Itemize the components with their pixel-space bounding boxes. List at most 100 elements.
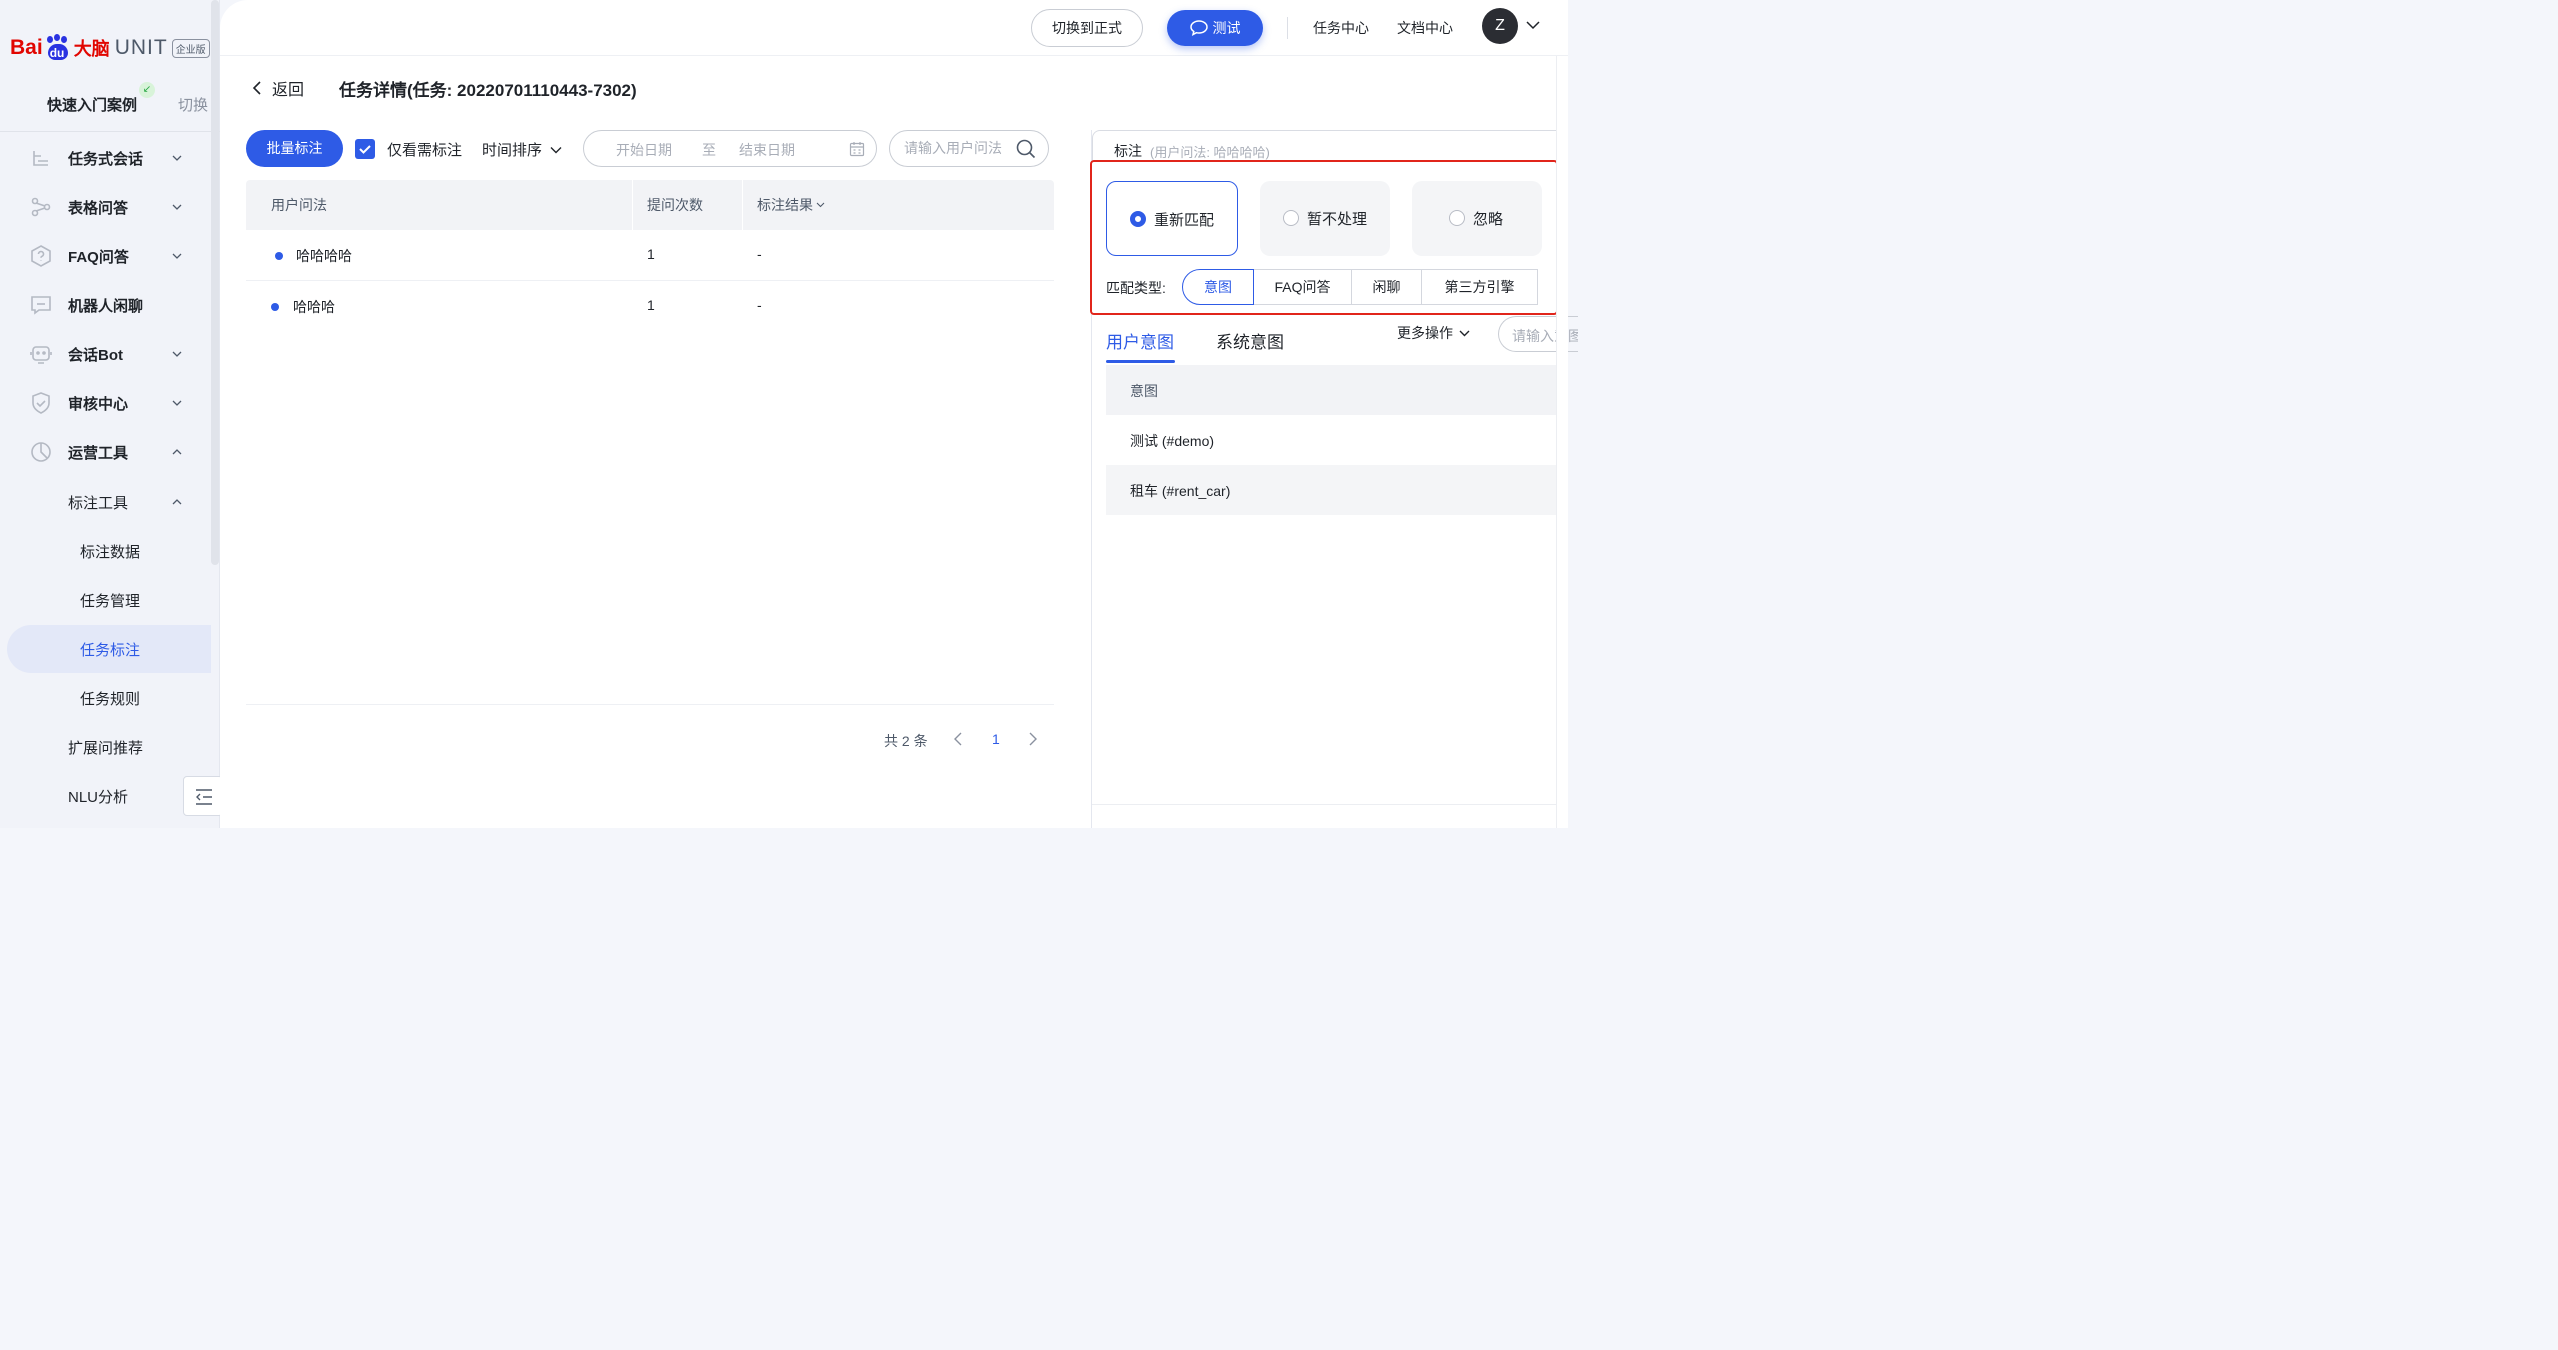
sidebar-item-task-dialog[interactable]: 任务式会话 — [0, 135, 212, 181]
active-tab-indicator — [1106, 360, 1175, 363]
back-button[interactable]: 返回 — [252, 76, 304, 100]
sidebar-item-expand-recommend[interactable]: 扩展问推荐 — [0, 724, 212, 770]
intent-name: 测试 (#demo) — [1130, 433, 1215, 449]
chevron-up-icon — [172, 449, 182, 455]
logo-danao-text: 大脑 — [73, 39, 110, 59]
intent-row[interactable]: 租车 (#rent_car) — [1106, 465, 1556, 515]
more-operations-label: 更多操作 — [1397, 325, 1453, 341]
end-date-input[interactable]: 结束日期 — [739, 140, 795, 160]
status-dot — [271, 303, 279, 311]
sidebar-item-task-management[interactable]: 任务管理 — [0, 577, 212, 623]
chevron-down-icon[interactable] — [1526, 20, 1540, 30]
sidebar-item-review[interactable]: 审核中心 — [0, 380, 212, 426]
chevron-right-icon[interactable] — [1029, 732, 1037, 746]
shield-icon — [32, 392, 50, 414]
chevron-down-icon — [172, 400, 182, 406]
query-cell: 哈哈哈 — [293, 299, 335, 315]
sidebar-item-label: 任务式会话 — [68, 150, 144, 168]
sidebar-item-table-qa[interactable]: 表格问答 — [0, 184, 212, 230]
column-header-intent: 意图 — [1130, 383, 1158, 399]
avatar[interactable]: Z — [1482, 8, 1518, 44]
test-button[interactable]: 测试 — [1167, 10, 1263, 46]
query-table: 用户问法 提问次数 标注结果 哈哈哈哈 1 - 哈哈哈 1 - — [246, 180, 1054, 332]
column-header-result[interactable]: 标注结果 — [757, 195, 825, 215]
collapse-sidebar-button[interactable] — [183, 776, 223, 816]
column-divider — [632, 180, 633, 230]
chat-icon — [31, 296, 51, 315]
faq-icon — [31, 245, 51, 267]
switch-formal-button[interactable]: 切换到正式 — [1031, 9, 1143, 47]
logo-bai-text: Bai — [10, 36, 43, 59]
date-range-separator: 至 — [702, 142, 716, 158]
sidebar-item-task-rules[interactable]: 任务规则 — [0, 675, 212, 721]
enterprise-badge: 企业版 — [171, 38, 210, 58]
table-row[interactable]: 哈哈哈哈 1 - — [246, 230, 1054, 281]
sidebar-item-chat[interactable]: 机器人闲聊 — [0, 282, 212, 328]
calendar-icon — [849, 142, 865, 157]
collapse-icon — [196, 789, 212, 805]
sidebar-scrollbar[interactable] — [211, 0, 219, 565]
column-header-query: 用户问法 — [271, 197, 327, 213]
intent-row[interactable]: 测试 (#demo) — [1106, 415, 1556, 465]
doc-center-link[interactable]: 文档中心 — [1397, 18, 1453, 38]
date-range-picker[interactable]: 开始日期 至 结束日期 — [583, 130, 877, 167]
pagination-page[interactable]: 1 — [992, 731, 1000, 747]
start-date-input[interactable]: 开始日期 — [616, 140, 672, 160]
paw-icon: du — [44, 34, 72, 62]
back-label: 返回 — [272, 82, 305, 99]
count-cell: 1 — [647, 246, 655, 262]
pagination-total: 共 2 条 — [884, 733, 928, 749]
more-operations-dropdown[interactable]: 更多操作 — [1397, 323, 1470, 343]
sidebar-item-label: NLU分析 — [68, 789, 129, 806]
table-qa-icon — [31, 197, 51, 217]
tab-system-intent[interactable]: 系统意图 — [1216, 328, 1284, 353]
app-switch-link[interactable]: 切换 — [178, 94, 208, 115]
sidebar-item-label: 任务管理 — [80, 593, 141, 610]
sidebar-item-task-annotation[interactable]: 任务标注 — [7, 625, 211, 673]
table-row[interactable]: 哈哈哈 1 - — [246, 281, 1054, 332]
right-scroll-edge — [1556, 56, 1568, 828]
sidebar-item-label: 任务规则 — [80, 691, 141, 708]
sidebar-item-bot[interactable]: 会话Bot — [0, 331, 212, 377]
chevron-down-icon — [1459, 330, 1470, 336]
sidebar-item-label: 审核中心 — [68, 395, 129, 413]
annotate-title: 标注 — [1114, 143, 1142, 159]
sidebar-item-label: 会话Bot — [68, 346, 123, 364]
sidebar-item-label: 运营工具 — [68, 444, 129, 462]
panel-bottom-divider — [1092, 804, 1556, 805]
only-need-checkbox[interactable] — [355, 139, 375, 159]
batch-annotate-button[interactable]: 批量标注 — [246, 130, 343, 167]
time-sort-dropdown[interactable]: 时间排序 — [482, 139, 562, 160]
result-cell: - — [757, 297, 762, 313]
sidebar-item-nlu-analysis[interactable]: NLU分析 — [0, 773, 212, 819]
only-need-label[interactable]: 仅看需标注 — [387, 139, 462, 160]
chat-bubble-icon — [1189, 20, 1208, 36]
result-cell: - — [757, 246, 762, 262]
tab-user-intent[interactable]: 用户意图 — [1106, 328, 1174, 353]
app-switcher: 快速入门案例 ↙ 切换 — [0, 78, 220, 132]
sidebar-item-label: 表格问答 — [68, 199, 129, 217]
search-icon[interactable] — [1016, 139, 1036, 159]
sidebar-item-faq[interactable]: FAQ问答 — [0, 233, 212, 279]
task-center-link[interactable]: 任务中心 — [1313, 18, 1369, 38]
chevron-left-icon[interactable] — [954, 732, 962, 746]
chevron-up-icon — [172, 499, 182, 505]
sidebar-item-annotation-tools[interactable]: 标注工具 — [0, 479, 212, 525]
query-search-box[interactable] — [889, 130, 1049, 167]
test-button-label: 测试 — [1212, 20, 1241, 36]
page-title: 任务详情(任务: 20220701110443-7302) — [339, 81, 637, 100]
topbar-divider — [1287, 17, 1288, 39]
sidebar-item-ops[interactable]: 运营工具 — [0, 429, 212, 475]
sidebar-item-label: 机器人闲聊 — [68, 297, 144, 315]
sidebar-item-label: 标注工具 — [68, 495, 129, 512]
query-search-input[interactable] — [904, 140, 1014, 156]
column-header-count: 提问次数 — [647, 197, 703, 213]
chevron-down-icon — [172, 155, 182, 161]
annotate-panel-header: 标注 (用户问法: 哈哈哈哈) — [1092, 130, 1568, 160]
chevron-down-icon — [172, 351, 182, 357]
baidu-unit-logo[interactable]: Bai du 大脑 UNIT 企业版 — [10, 30, 210, 66]
intent-name: 租车 (#rent_car) — [1130, 483, 1231, 499]
chevron-down-icon — [816, 202, 825, 208]
count-cell: 1 — [647, 297, 655, 313]
sidebar-item-annotation-data[interactable]: 标注数据 — [0, 528, 212, 574]
